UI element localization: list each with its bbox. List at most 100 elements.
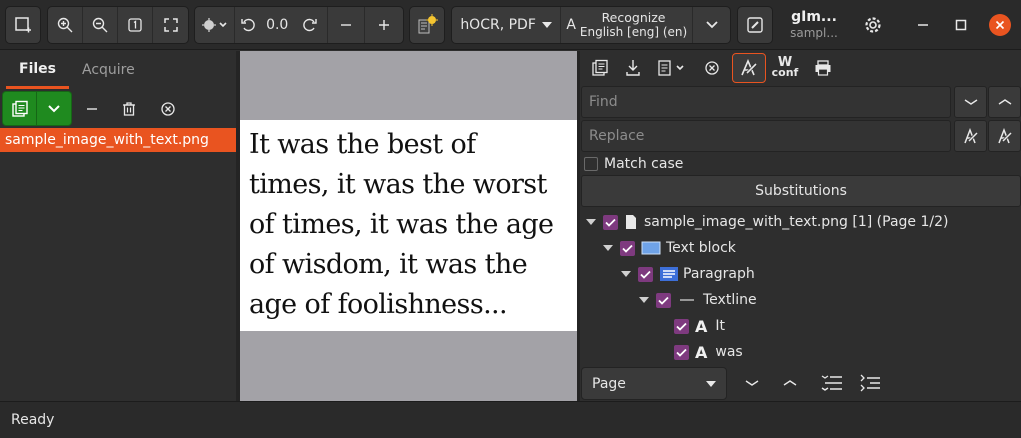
status-text: Ready — [11, 412, 55, 428]
decrease-button[interactable] — [328, 7, 366, 43]
minus-icon — [87, 107, 97, 110]
tree-label: Textline — [703, 292, 757, 308]
recognize-group: hOCR, PDF A Recognize English [eng] (en) — [451, 6, 731, 44]
match-case-checkbox[interactable]: Match case — [584, 155, 683, 173]
next-item-button[interactable] — [736, 368, 768, 398]
close-button[interactable] — [988, 13, 1012, 37]
list-item[interactable]: sample_image_with_text.png — [0, 128, 236, 152]
image-canvas[interactable]: It was the best of times, it was the wor… — [240, 51, 577, 401]
brightness-dropdown[interactable] — [195, 7, 235, 43]
maximize-icon — [955, 19, 967, 31]
checkbox-checked-icon[interactable] — [603, 214, 618, 230]
trash-icon — [123, 101, 135, 116]
match-case-label: Match case — [604, 156, 684, 172]
gear-icon — [865, 17, 881, 33]
rotate-left-button[interactable] — [235, 7, 261, 43]
select-area-button[interactable] — [5, 6, 41, 44]
zoom-in-icon — [57, 17, 73, 33]
settings-button[interactable] — [861, 13, 885, 37]
app-subtitle: sampl... — [790, 26, 838, 40]
find-next-button[interactable] — [954, 86, 987, 118]
checkbox-checked-icon[interactable] — [638, 266, 653, 282]
checkbox-checked-icon[interactable] — [674, 344, 689, 360]
recognize-language: English [eng] (en) — [579, 25, 688, 39]
export-menu-button[interactable] — [653, 53, 691, 83]
tree-row-textline[interactable]: Textline — [639, 288, 757, 312]
tree-row-paragraph[interactable]: Paragraph — [621, 262, 755, 286]
chevron-down-icon — [48, 104, 60, 112]
checkbox-checked-icon[interactable] — [674, 318, 689, 334]
minimize-button[interactable] — [911, 13, 935, 37]
tree-label: It — [715, 318, 726, 334]
tab-acquire[interactable]: Acquire — [69, 51, 148, 89]
add-images-icon — [11, 100, 28, 117]
rotate-right-button[interactable] — [294, 7, 328, 43]
output-format-dropdown[interactable]: hOCR, PDF — [452, 7, 562, 43]
files-toolbar — [0, 91, 236, 127]
find-previous-button[interactable] — [988, 86, 1021, 118]
previous-item-button[interactable] — [774, 368, 806, 398]
word-confidence-toggle[interactable]: W conf — [770, 53, 800, 83]
expander-icon[interactable] — [586, 219, 596, 225]
checkbox-checked-icon[interactable] — [656, 292, 671, 308]
tree-row-page[interactable]: sample_image_with_text.png [1] (Page 1/2… — [586, 210, 948, 234]
minus-icon — [341, 24, 352, 26]
document-line: age of foolishness... — [249, 289, 508, 320]
collapse-all-button[interactable] — [816, 368, 848, 398]
recognize-button[interactable]: A Recognize English [eng] (en) — [561, 7, 694, 43]
autodetect-icon — [418, 14, 438, 34]
tree-row-word[interactable]: A was — [674, 340, 743, 364]
app-title: gIm... — [791, 9, 837, 25]
left-pane: Files Acquire sample_image_with_text.png — [0, 51, 236, 401]
expander-icon[interactable] — [621, 271, 631, 277]
remove-image-button[interactable] — [77, 91, 107, 126]
clear-list-button[interactable] — [153, 91, 183, 126]
find-replace-toggle[interactable] — [732, 53, 766, 83]
autodetect-layout-button[interactable] — [409, 6, 445, 44]
replace-input[interactable]: Replace — [581, 120, 951, 152]
find-input[interactable]: Find — [581, 86, 951, 118]
replace-button[interactable] — [954, 120, 987, 152]
rotate-left-icon — [240, 18, 255, 32]
zoom-out-button[interactable] — [83, 7, 118, 43]
expander-icon[interactable] — [603, 245, 613, 251]
navigate-mode-dropdown[interactable]: Page — [581, 367, 727, 400]
expand-all-button[interactable] — [854, 368, 886, 398]
text-block-icon — [641, 241, 661, 255]
increase-button[interactable] — [365, 7, 403, 43]
maximize-button[interactable] — [949, 13, 973, 37]
tree-row-word[interactable]: A It — [674, 314, 725, 338]
expander-icon[interactable] — [639, 297, 649, 303]
substitutions-button[interactable]: Substitutions — [581, 175, 1021, 207]
clear-output-button[interactable] — [697, 53, 727, 83]
add-images-button[interactable] — [3, 92, 38, 125]
rotation-value[interactable]: 0.0 — [260, 7, 294, 43]
clear-icon — [705, 61, 719, 75]
close-icon — [989, 14, 1011, 36]
tab-files[interactable]: Files — [6, 51, 69, 89]
replace-icon — [963, 128, 978, 144]
replace-all-button[interactable] — [988, 120, 1021, 152]
ocr-icon: A — [566, 17, 576, 33]
open-output-icon — [592, 59, 608, 76]
image-controls-group: 0.0 — [194, 6, 404, 44]
find-replace-icon — [741, 59, 758, 76]
status-bar: Ready — [0, 401, 1021, 438]
checkbox-checked-icon[interactable] — [620, 240, 635, 256]
save-output-button[interactable] — [618, 53, 648, 83]
recognize-menu-button[interactable] — [693, 7, 730, 43]
zoom-in-button[interactable] — [48, 7, 83, 43]
checkbox-box[interactable] — [584, 157, 598, 171]
hocr-tree: sample_image_with_text.png [1] (Page 1/2… — [580, 209, 1021, 364]
edit-button[interactable] — [737, 6, 773, 44]
navigate-mode-label: Page — [592, 375, 626, 392]
print-button[interactable] — [808, 53, 838, 83]
chevron-up-icon — [783, 380, 797, 386]
zoom-fit-button[interactable] — [153, 7, 188, 43]
add-images-menu-button[interactable] — [37, 92, 71, 125]
zoom-original-button[interactable] — [118, 7, 153, 43]
open-output-button[interactable] — [585, 53, 615, 83]
chevron-up-icon — [998, 99, 1011, 105]
delete-image-button[interactable] — [114, 91, 144, 126]
tree-row-block[interactable]: Text block — [603, 236, 736, 260]
